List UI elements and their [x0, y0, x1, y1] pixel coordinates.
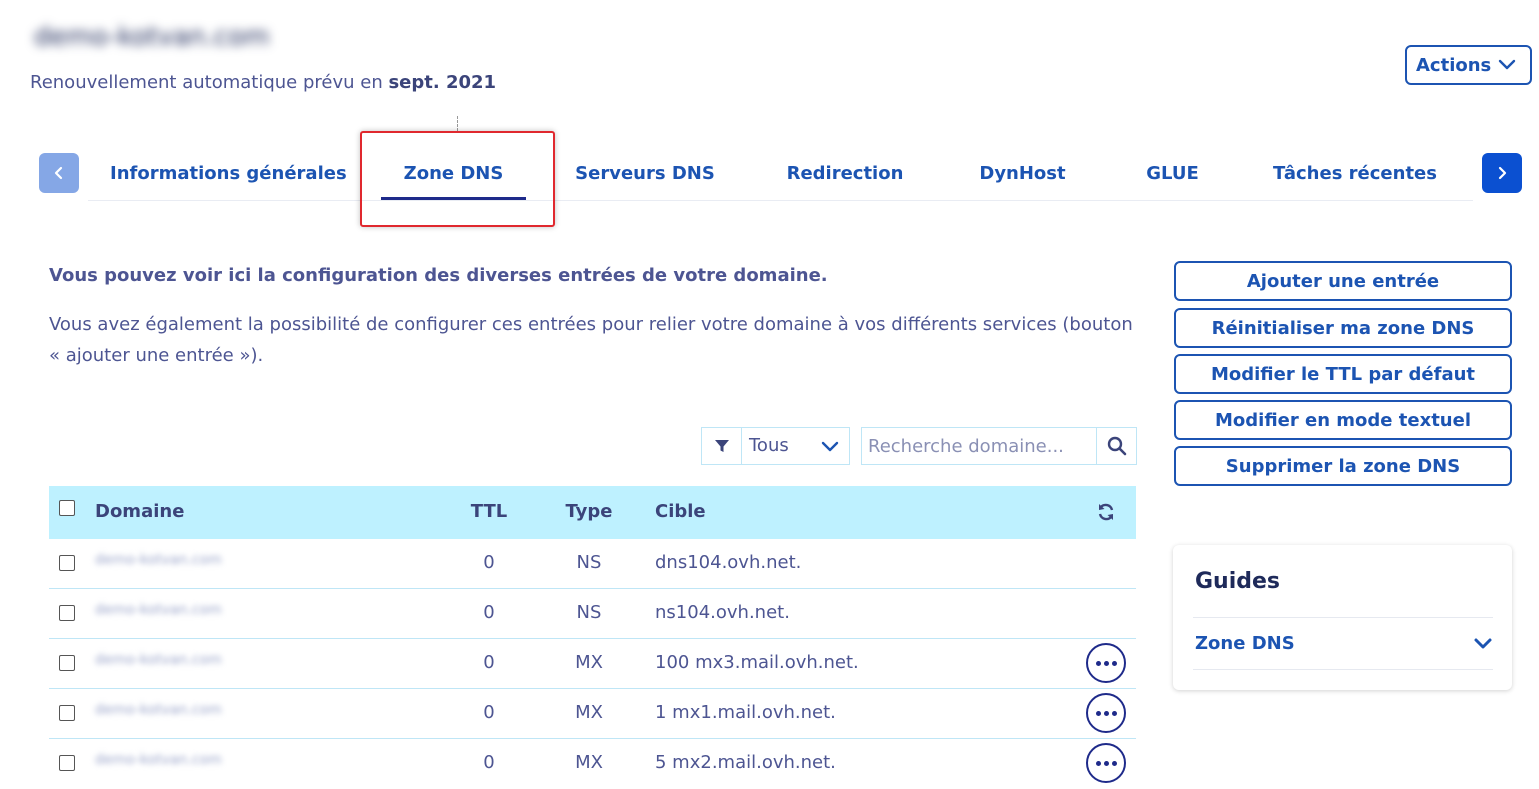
row-checkbox[interactable]	[59, 555, 75, 571]
row-type: NS	[576, 552, 602, 573]
tab-glue[interactable]: GLUE	[1135, 160, 1210, 188]
column-header-domain[interactable]: Domaine	[95, 501, 184, 522]
intro-text: Vous avez également la possibilité de co…	[49, 314, 1133, 366]
more-icon	[1095, 710, 1117, 716]
table-row: demo-kotvan.com 0 NS dns104.ovh.net.	[49, 539, 1136, 589]
renewal-date: sept. 2021	[388, 72, 497, 93]
refresh-icon[interactable]	[1096, 502, 1116, 522]
type-filter-select[interactable]: Tous	[701, 427, 850, 465]
guides-item-zone-dns[interactable]: Zone DNS	[1195, 633, 1295, 654]
row-actions-button[interactable]	[1086, 693, 1126, 733]
modify-ttl-button[interactable]: Modifier le TTL par défaut	[1174, 354, 1512, 394]
row-domain: demo-kotvan.com	[95, 752, 222, 768]
tab-dynhost[interactable]: DynHost	[970, 160, 1075, 188]
tab-informations-generales[interactable]: Informations générales	[110, 160, 347, 188]
table-row: demo-kotvan.com 0 MX 5 mx2.mail.ovh.net.	[49, 739, 1136, 789]
column-header-type[interactable]: Type	[559, 501, 619, 522]
row-ttl: 0	[483, 552, 495, 573]
renewal-prefix: Renouvellement automatique prévu en	[30, 72, 383, 93]
row-domain: demo-kotvan.com	[95, 602, 222, 618]
row-domain: demo-kotvan.com	[95, 652, 222, 668]
filter-icon-cell	[702, 428, 742, 464]
guides-divider	[1193, 669, 1493, 670]
row-ttl: 0	[483, 602, 495, 623]
chevron-down-icon[interactable]	[1473, 637, 1493, 651]
row-type: NS	[576, 602, 602, 623]
highlight-connector	[457, 116, 458, 131]
guides-title: Guides	[1195, 569, 1281, 594]
row-checkbox[interactable]	[59, 755, 75, 771]
row-target: dns104.ovh.net.	[655, 552, 802, 573]
table-row: demo-kotvan.com 0 NS ns104.ovh.net.	[49, 589, 1136, 639]
table-row: demo-kotvan.com 0 MX 100 mx3.mail.ovh.ne…	[49, 639, 1136, 689]
row-domain: demo-kotvan.com	[95, 552, 222, 568]
tab-highlight-annotation	[360, 131, 555, 227]
actions-dropdown-button[interactable]: Actions	[1405, 45, 1532, 85]
chevron-down-icon	[1498, 59, 1516, 70]
tab-redirection[interactable]: Redirection	[780, 160, 910, 188]
row-actions-button[interactable]	[1086, 643, 1126, 683]
domain-title: demo-kotvan.com	[34, 22, 270, 52]
reset-zone-button[interactable]: Réinitialiser ma zone DNS	[1174, 308, 1512, 348]
delete-zone-button[interactable]: Supprimer la zone DNS	[1174, 446, 1512, 486]
tabs-prev-button[interactable]	[39, 153, 79, 193]
row-ttl: 0	[483, 702, 495, 723]
tab-serveurs-dns[interactable]: Serveurs DNS	[570, 160, 720, 188]
chevron-right-icon	[1498, 166, 1507, 180]
row-type: MX	[575, 652, 603, 673]
table-row: demo-kotvan.com 0 MX 1 mx1.mail.ovh.net.	[49, 689, 1136, 739]
tabs-next-button[interactable]	[1482, 153, 1522, 193]
table-header: Domaine TTL Type Cible	[49, 486, 1136, 539]
row-ttl: 0	[483, 652, 495, 673]
column-header-ttl[interactable]: TTL	[469, 501, 509, 522]
row-domain: demo-kotvan.com	[95, 702, 222, 718]
guides-card: Guides Zone DNS	[1173, 545, 1512, 690]
row-checkbox[interactable]	[59, 705, 75, 721]
column-header-target[interactable]: Cible	[655, 501, 706, 522]
actions-label: Actions	[1416, 54, 1492, 76]
text-mode-button[interactable]: Modifier en mode textuel	[1174, 400, 1512, 440]
row-target: ns104.ovh.net.	[655, 602, 790, 623]
more-icon	[1095, 660, 1117, 666]
search-icon	[1107, 436, 1126, 456]
search-domain-input[interactable]	[862, 428, 1096, 464]
row-checkbox[interactable]	[59, 655, 75, 671]
tabs-divider	[88, 200, 1473, 201]
guides-divider	[1193, 617, 1493, 618]
intro-title: Vous pouvez voir ici la configuration de…	[49, 265, 828, 286]
filter-icon	[714, 440, 729, 452]
row-actions-button[interactable]	[1086, 743, 1126, 783]
tab-taches-recentes[interactable]: Tâches récentes	[1270, 160, 1440, 188]
dns-records-table: Domaine TTL Type Cible demo-kotvan.com 0…	[49, 486, 1136, 789]
chevron-left-icon	[54, 166, 63, 180]
search-button[interactable]	[1096, 428, 1136, 464]
filter-selected-value: Tous	[749, 435, 789, 456]
select-all-checkbox[interactable]	[59, 500, 75, 516]
row-target: 1 mx1.mail.ovh.net.	[655, 702, 836, 723]
row-checkbox[interactable]	[59, 605, 75, 621]
row-type: MX	[575, 752, 603, 773]
add-entry-button[interactable]: Ajouter une entrée	[1174, 261, 1512, 301]
chevron-down-icon	[821, 441, 839, 452]
search-domain-field	[861, 427, 1137, 465]
row-ttl: 0	[483, 752, 495, 773]
row-type: MX	[575, 702, 603, 723]
row-target: 5 mx2.mail.ovh.net.	[655, 752, 836, 773]
row-target: 100 mx3.mail.ovh.net.	[655, 652, 859, 673]
renewal-info: Renouvellement automatique prévu en sept…	[30, 72, 496, 93]
more-icon	[1095, 760, 1117, 766]
